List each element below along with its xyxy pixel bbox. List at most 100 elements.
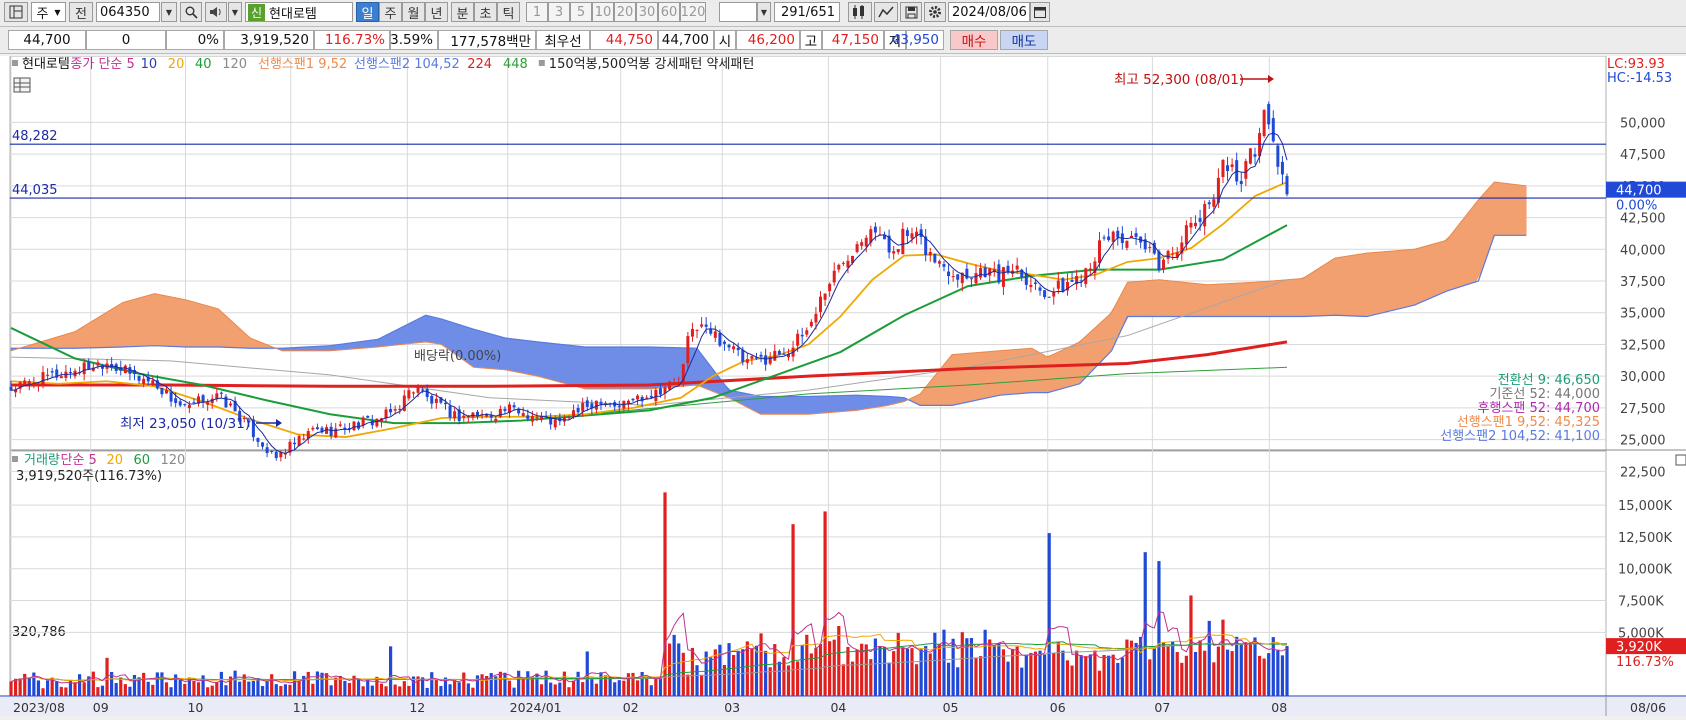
- candle-body: [567, 417, 571, 419]
- volume-bar: [754, 645, 759, 696]
- period-tab[interactable]: 월: [402, 2, 425, 22]
- search-icon[interactable]: [180, 2, 202, 22]
- volume-bar: [960, 632, 964, 696]
- candle-body: [750, 356, 754, 359]
- volume-bar: [1079, 655, 1083, 696]
- ichimoku-cloud-segment: [1096, 319, 1104, 367]
- ichimoku-cloud-segment: [1304, 272, 1312, 317]
- legend-item: 20: [168, 57, 185, 72]
- ichimoku-cloud-segment: [1399, 249, 1407, 309]
- interval-tab[interactable]: 1: [526, 2, 548, 22]
- volume-bar: [1248, 642, 1253, 696]
- period-tab[interactable]: 일: [356, 2, 379, 22]
- stock-chart[interactable]: 2023/08 09 10 11 12 2024/01 02 03 04 05 06 07 08 08/0…: [0, 55, 1686, 716]
- volume-bar: [599, 672, 603, 696]
- volume-bar: [238, 681, 242, 696]
- volume-bar: [480, 674, 484, 696]
- table-icon[interactable]: [13, 77, 31, 93]
- trend-tool-icon[interactable]: [874, 2, 898, 22]
- candle-body: [988, 268, 992, 276]
- dividend-annotation: 배당락(0.00%): [414, 349, 501, 364]
- ichimoku-cloud-segment: [964, 352, 971, 404]
- interval-tab[interactable]: 20: [614, 2, 636, 22]
- ichimoku-cloud-segment: [162, 294, 170, 347]
- period-tab[interactable]: 년: [425, 2, 448, 22]
- speaker-dropdown-icon[interactable]: ▼: [228, 2, 242, 22]
- candle-body: [741, 349, 745, 363]
- volume-bar: [814, 647, 818, 696]
- interval-tab[interactable]: 120: [680, 2, 706, 22]
- price-change: 0: [86, 30, 166, 50]
- speaker-icon[interactable]: [205, 2, 227, 22]
- candle-body: [1157, 251, 1161, 271]
- volume-bar: [1047, 533, 1051, 696]
- ichimoku-cloud-segment: [1134, 280, 1142, 317]
- candle-body: [951, 276, 955, 278]
- code-dropdown-icon[interactable]: ▼: [161, 2, 177, 22]
- ichimoku-cloud-segment: [1500, 182, 1508, 236]
- candle-body: [905, 230, 909, 236]
- save-icon[interactable]: [900, 2, 922, 22]
- dropdown-arrow-icon: ▼: [54, 7, 61, 17]
- volume-bar: [631, 672, 635, 696]
- layout-icon[interactable]: [4, 2, 28, 22]
- prefix-button[interactable]: 전: [69, 2, 93, 22]
- volume-bar: [567, 687, 571, 696]
- ichimoku-cloud-segment: [1014, 348, 1022, 395]
- candle-body: [1267, 104, 1271, 125]
- candle-body: [1134, 233, 1138, 237]
- interval-tab[interactable]: 60: [658, 2, 680, 22]
- candle-body: [1015, 265, 1019, 270]
- stock-name-field[interactable]: 신 현대로템: [245, 2, 353, 22]
- ichimoku-cloud-segment: [528, 340, 536, 377]
- candle-body: [796, 333, 800, 346]
- data-count[interactable]: 291/651: [774, 2, 840, 22]
- close-pane-icon[interactable]: [1675, 454, 1686, 466]
- volume-bar: [937, 643, 942, 696]
- candle-body: [1276, 145, 1280, 167]
- market-type-select[interactable]: 주 ▼: [31, 2, 66, 22]
- candle-body: [50, 371, 54, 373]
- volume-bar: [850, 661, 855, 696]
- volume-bar: [1139, 636, 1143, 696]
- candle-body: [352, 421, 356, 431]
- open-label: 시: [714, 30, 736, 50]
- volume-bar: [311, 683, 315, 696]
- interval-tab[interactable]: 10: [592, 2, 614, 22]
- price-tick-label: 47,500: [1620, 148, 1666, 163]
- volume-bar: [475, 675, 480, 696]
- volume-bar: [622, 680, 626, 696]
- chart-tool-icon[interactable]: [848, 2, 872, 22]
- calendar-icon[interactable]: [1030, 2, 1050, 22]
- volume-bar: [1107, 655, 1111, 696]
- volume-bar: [1024, 654, 1028, 696]
- stock-code-input[interactable]: 064350: [96, 2, 160, 22]
- ichimoku-cloud-segment: [623, 346, 631, 390]
- candle-body: [928, 251, 932, 256]
- candle-body: [334, 428, 338, 438]
- candle-body: [668, 381, 672, 390]
- interval-tab[interactable]: 3: [548, 2, 570, 22]
- ichimoku-cloud-segment: [951, 353, 959, 406]
- volume-bar: [1235, 636, 1239, 696]
- volume-bar: [457, 682, 461, 696]
- interval-tab[interactable]: 30: [636, 2, 658, 22]
- legend-bullet-icon: [538, 60, 545, 66]
- buy-button[interactable]: 매수: [950, 30, 998, 50]
- gear-icon[interactable]: [924, 2, 946, 22]
- blank-select[interactable]: [719, 2, 757, 22]
- select-dropdown-icon[interactable]: ▼: [757, 2, 771, 22]
- period-tab[interactable]: 초: [474, 2, 497, 22]
- interval-tab[interactable]: 5: [570, 2, 592, 22]
- period-tab[interactable]: 분: [451, 2, 474, 22]
- period-tab[interactable]: 틱: [497, 2, 520, 22]
- ichimoku-cloud-segment: [762, 396, 769, 415]
- ichimoku-readout: 선행스팬1 9,52: 45,325: [1457, 414, 1600, 430]
- ichimoku-cloud-segment: [1298, 276, 1306, 317]
- ichimoku-cloud-segment: [1412, 247, 1420, 307]
- period-tab[interactable]: 주: [379, 2, 402, 22]
- date-input[interactable]: 2024/08/06: [948, 2, 1030, 22]
- volume-bar: [878, 645, 882, 696]
- candle-body: [713, 331, 717, 338]
- sell-button[interactable]: 매도: [1000, 30, 1048, 50]
